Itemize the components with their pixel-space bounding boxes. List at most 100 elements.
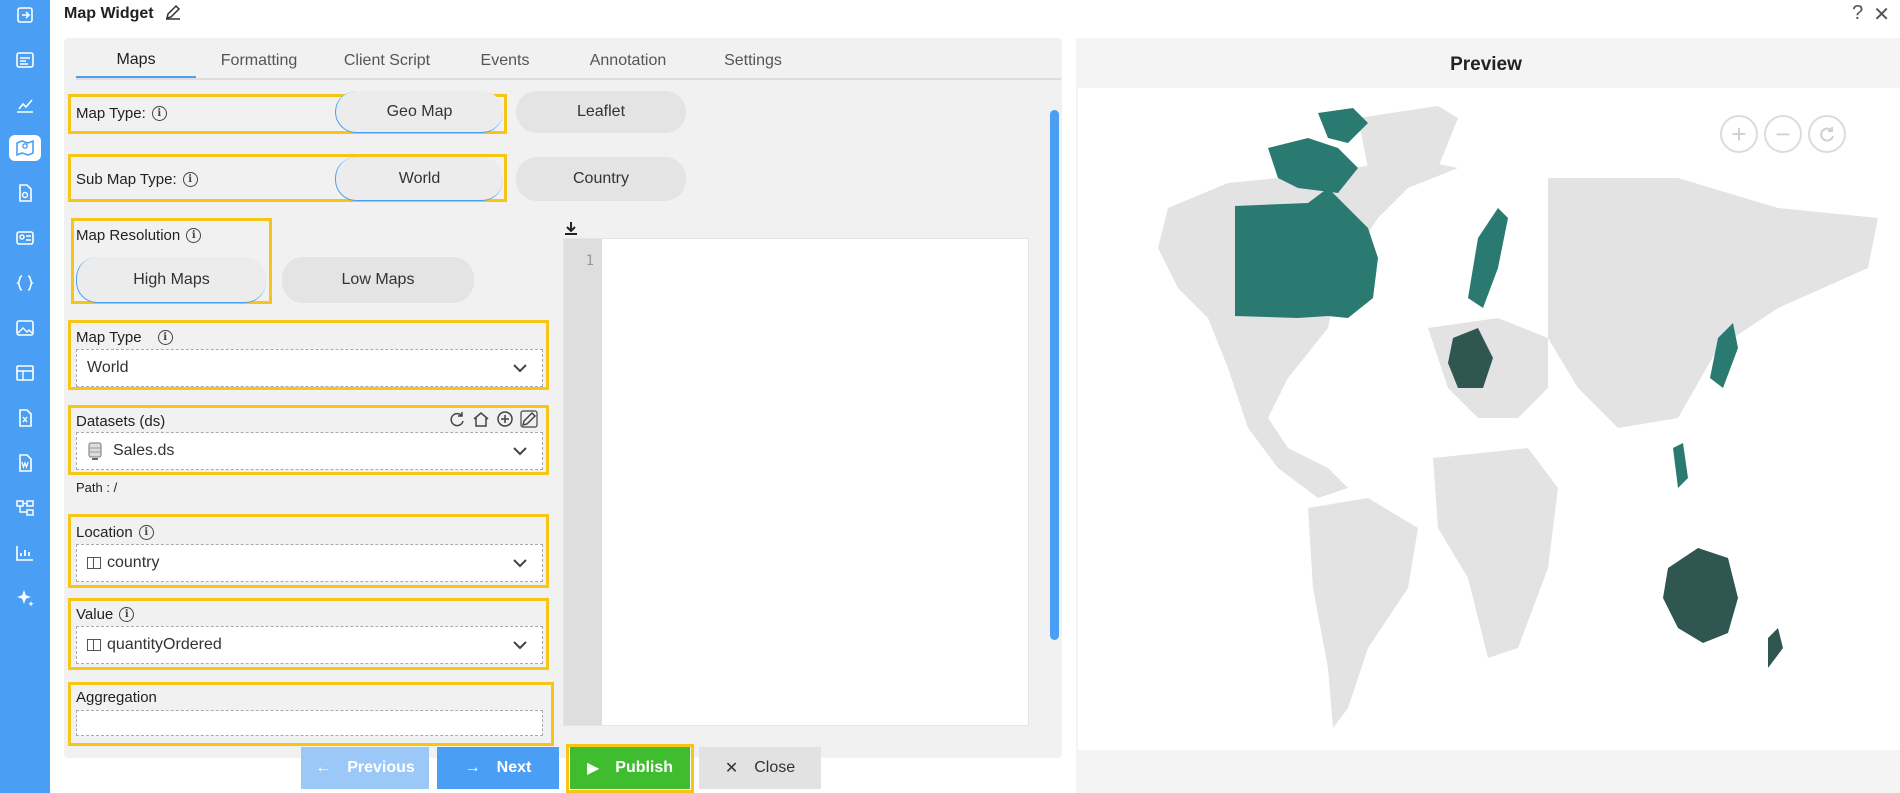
tab-annotation[interactable]: Annotation [558,44,698,78]
arrow-left-icon: ← [315,759,332,776]
next-button[interactable]: → Next [437,747,559,789]
line-number: 1 [585,253,594,269]
widget-title: Map Widget [64,5,154,22]
reset-zoom-button[interactable] [1808,115,1846,153]
play-icon: ▶ [586,760,600,777]
arrow-right-icon: → [464,759,481,776]
value-label-text: Value [76,605,114,623]
sparkle-icon[interactable] [9,585,41,611]
location-dropdown[interactable]: country [76,544,543,582]
publish-button[interactable]: ▶ Publish [570,747,690,789]
login-icon[interactable] [9,2,41,28]
tree-icon[interactable] [9,495,41,521]
chart-icon[interactable] [9,92,41,118]
edit-title-icon[interactable] [164,3,182,26]
chevron-down-icon [513,641,527,650]
high-maps-option[interactable]: High Maps [76,257,266,303]
chevron-down-icon [513,447,527,456]
code-editor[interactable]: 1 [563,238,1029,726]
value-dropdown[interactable]: quantityOrdered [76,626,543,664]
sub-map-type-label: Sub Map Type: i [76,168,198,190]
left-nav-rail [0,0,50,793]
image-icon[interactable] [9,315,41,341]
low-maps-option[interactable]: Low Maps [282,257,474,303]
widget-header: Map Widget [64,2,182,26]
map-type-dropdown[interactable]: World [76,349,543,387]
close-button[interactable]: ✕ Close [699,747,821,789]
previous-label: Previous [347,759,415,776]
sub-map-type-label-text: Sub Map Type: [76,170,177,188]
zoom-in-button[interactable]: + [1720,115,1758,153]
datasets-label: Datasets (ds) [76,410,165,432]
new-zealand-region[interactable] [1768,628,1783,668]
chevron-down-icon [513,364,527,373]
info-icon[interactable]: i [157,329,173,345]
map-canvas[interactable] [1078,88,1900,750]
analytics-icon[interactable] [9,540,41,566]
map-icon[interactable] [9,135,41,161]
info-icon[interactable]: i [138,524,154,540]
map-type-label: Map Type: i [76,102,167,124]
close-icon: ✕ [724,760,739,777]
datasets-dropdown[interactable]: Sales.ds [76,432,543,470]
asia-land [1548,178,1878,428]
zoom-out-button[interactable]: − [1764,115,1802,153]
tab-bar: Maps Formatting Client Script Events Ann… [76,44,1061,80]
chevron-down-icon [513,559,527,568]
info-icon[interactable]: i [182,171,198,187]
aggregation-label-text: Aggregation [76,688,157,706]
map-type-select-label: Map Type i [76,326,173,348]
country-option[interactable]: Country [516,157,686,201]
column-icon [87,639,101,651]
philippines-region[interactable] [1673,443,1688,488]
dataset-actions [448,410,538,428]
close-window-icon[interactable]: ✕ [1873,2,1890,27]
scandinavia-region[interactable] [1468,208,1508,308]
leaflet-option[interactable]: Leaflet [516,91,686,133]
next-label: Next [496,759,532,776]
tab-client-script[interactable]: Client Script [322,44,452,78]
info-icon[interactable]: i [151,105,167,121]
dashboard-icon[interactable] [9,47,41,73]
report-icon[interactable] [9,180,41,206]
location-value: country [107,554,160,571]
editor-gutter: 1 [564,239,602,725]
excel-icon[interactable] [9,405,41,431]
map-resolution-label: Map Resolution i [76,224,202,246]
braces-icon[interactable] [9,270,41,296]
aggregation-dropdown[interactable] [76,710,543,736]
table-icon[interactable] [9,360,41,386]
id-card-icon[interactable] [9,225,41,251]
download-icon[interactable] [563,220,579,236]
tab-maps[interactable]: Maps [76,44,196,78]
datasets-label-text: Datasets (ds) [76,412,166,430]
window-controls: ? ✕ [1852,2,1890,27]
map-resolution-label-text: Map Resolution [76,226,181,244]
edit-icon[interactable] [520,410,538,428]
info-icon[interactable]: i [119,606,135,622]
preview-title: Preview [1450,54,1522,75]
value-label: Value i [76,603,135,625]
add-icon[interactable] [496,410,514,428]
map-type-label-text: Map Type: [76,104,146,122]
tab-formatting[interactable]: Formatting [196,44,322,78]
value-field-value: quantityOrdered [107,636,222,653]
refresh-icon[interactable] [448,410,466,428]
africa-land [1433,448,1558,658]
info-icon[interactable]: i [186,227,202,243]
reset-icon [1820,127,1834,142]
previous-button[interactable]: ← Previous [301,747,429,789]
tab-settings[interactable]: Settings [698,44,808,78]
publish-label: Publish [615,759,674,776]
australia-region[interactable] [1663,548,1738,643]
close-label: Close [754,759,796,776]
panel-scrollbar[interactable] [1050,110,1059,640]
tab-events[interactable]: Events [452,44,558,78]
home-icon[interactable] [472,410,490,428]
word-icon[interactable] [9,450,41,476]
column-icon [87,557,101,569]
geo-map-option[interactable]: Geo Map [335,91,503,133]
canada-arctic[interactable] [1318,108,1368,143]
help-icon[interactable]: ? [1852,2,1863,27]
world-option[interactable]: World [335,157,503,201]
